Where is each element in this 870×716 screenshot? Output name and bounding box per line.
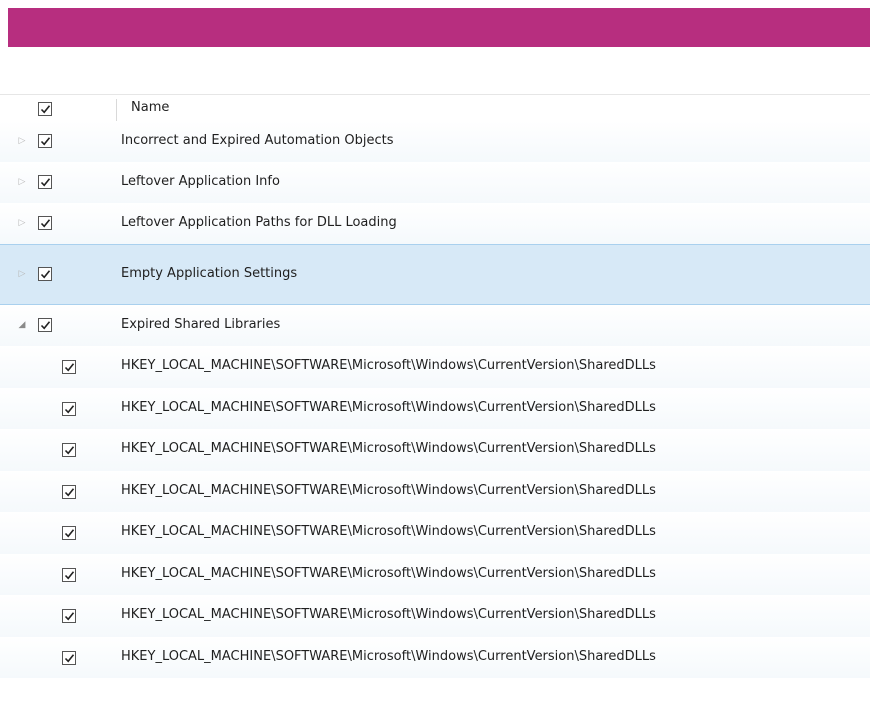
child-item-registry-key[interactable]: HKEY_LOCAL_MACHINE\SOFTWARE\Microsoft\Wi… [0,346,870,388]
child-checkbox[interactable] [62,650,76,665]
child-item-registry-key[interactable]: HKEY_LOCAL_MACHINE\SOFTWARE\Microsoft\Wi… [0,553,870,595]
checkmark-icon [64,446,75,455]
child-item-registry-key[interactable]: HKEY_LOCAL_MACHINE\SOFTWARE\Microsoft\Wi… [0,470,870,512]
tree-item-label: Incorrect and Expired Automation Objects [121,133,394,148]
child-item-label: HKEY_LOCAL_MACHINE\SOFTWARE\Microsoft\Wi… [121,482,656,498]
triangle-right-icon[interactable]: ▷ [17,136,27,146]
checkmark-icon [40,219,51,228]
triangle-down-icon[interactable]: ◢ [17,320,27,330]
column-divider[interactable] [116,99,117,121]
tree-item-leftover-dll-paths[interactable]: ▷ Leftover Application Paths for DLL Loa… [0,203,870,244]
checkmark-icon [40,178,51,187]
checkmark-icon [64,363,75,372]
item-checkbox[interactable] [38,134,52,148]
triangle-right-icon[interactable]: ▷ [17,269,27,279]
child-item-label: HKEY_LOCAL_MACHINE\SOFTWARE\Microsoft\Wi… [121,441,656,456]
checkmark-icon [40,270,51,279]
tree-item-label: Leftover Application Info [121,174,280,189]
child-item-registry-key[interactable]: HKEY_LOCAL_MACHINE\SOFTWARE\Microsoft\Wi… [0,595,870,637]
child-checkbox[interactable] [62,360,76,374]
child-checkbox[interactable] [62,401,76,416]
child-item-registry-key[interactable]: HKEY_LOCAL_MACHINE\SOFTWARE\Microsoft\Wi… [0,387,870,429]
child-item-label: HKEY_LOCAL_MACHINE\SOFTWARE\Microsoft\Wi… [121,399,656,415]
item-checkbox[interactable] [38,216,52,230]
item-checkbox[interactable] [38,175,52,189]
tree-item-automation-objects[interactable]: ▷ Incorrect and Expired Automation Objec… [0,121,870,162]
child-item-label: HKEY_LOCAL_MACHINE\SOFTWARE\Microsoft\Wi… [121,648,656,664]
child-item-label: HKEY_LOCAL_MACHINE\SOFTWARE\Microsoft\Wi… [121,607,656,622]
tree-item-leftover-app-info[interactable]: ▷ Leftover Application Info [0,162,870,203]
tree-item-label: Expired Shared Libraries [121,317,281,332]
checkmark-icon [40,137,51,146]
checkmark-icon [64,612,75,621]
checkmark-icon [64,653,75,663]
column-header-name[interactable]: Name [131,100,169,115]
child-checkbox[interactable] [62,567,76,582]
results-tree-grid: Name ▷ Incorrect and Expired Automation … [0,94,870,716]
child-item-label: HKEY_LOCAL_MACHINE\SOFTWARE\Microsoft\Wi… [121,524,656,539]
tree-item-label: Leftover Application Paths for DLL Loadi… [121,215,397,230]
tree-item-empty-app-settings[interactable]: ▷ Empty Application Settings [0,244,870,305]
item-checkbox[interactable] [38,267,52,281]
select-all-checkbox[interactable] [38,102,52,116]
child-checkbox[interactable] [62,443,76,457]
child-checkbox[interactable] [62,609,76,623]
triangle-right-icon[interactable]: ▷ [17,218,27,228]
checkmark-icon [40,105,51,114]
child-checkbox[interactable] [62,526,76,540]
child-checkbox[interactable] [62,484,76,499]
checkmark-icon [64,570,75,580]
tree-item-label: Empty Application Settings [121,266,298,281]
checkmark-icon [64,404,75,414]
item-checkbox[interactable] [38,318,52,332]
child-item-label: HKEY_LOCAL_MACHINE\SOFTWARE\Microsoft\Wi… [121,565,656,581]
child-item-registry-key[interactable]: HKEY_LOCAL_MACHINE\SOFTWARE\Microsoft\Wi… [0,429,870,471]
checkmark-icon [64,529,75,538]
child-item-registry-key[interactable]: HKEY_LOCAL_MACHINE\SOFTWARE\Microsoft\Wi… [0,512,870,554]
checkmark-icon [64,487,75,497]
tree-rows: ▷ Incorrect and Expired Automation Objec… [0,121,870,678]
title-bar [8,8,870,47]
column-header-row: Name [0,95,870,121]
checkmark-icon [40,321,51,330]
child-item-label: HKEY_LOCAL_MACHINE\SOFTWARE\Microsoft\Wi… [121,358,656,373]
tree-item-expired-shared-libraries[interactable]: ◢ Expired Shared Libraries [0,305,870,346]
triangle-right-icon[interactable]: ▷ [17,177,27,187]
child-item-registry-key[interactable]: HKEY_LOCAL_MACHINE\SOFTWARE\Microsoft\Wi… [0,636,870,678]
